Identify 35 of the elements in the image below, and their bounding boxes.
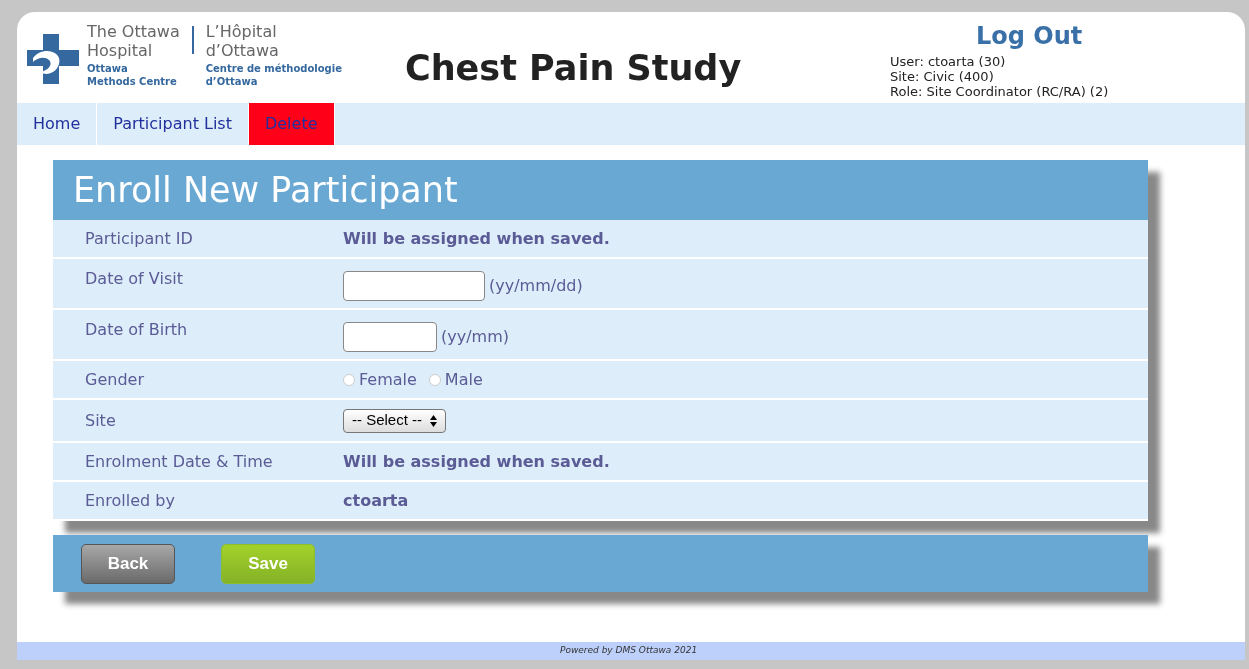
nav-link[interactable]: Home (17, 103, 98, 145)
footer-text: Powered by DMS Ottawa 2021 (560, 644, 698, 658)
user-info: Site: Civic (400) (890, 69, 995, 84)
logo-subtitle: Ottawa Methods Centre (87, 62, 178, 88)
hospital-logo-icon (27, 34, 79, 84)
app-title: Chest Pain Study (405, 47, 743, 90)
radio-button[interactable] (428, 373, 441, 386)
field-label: Date of Visit (84, 268, 184, 290)
site-select[interactable]: -- Select -- (343, 408, 446, 433)
field-label: Participant ID (84, 227, 194, 250)
date-input[interactable] (343, 271, 485, 301)
updown-arrows-icon (430, 414, 437, 427)
logout-link[interactable]: Log Out (976, 18, 1083, 54)
date-input[interactable] (343, 322, 437, 352)
nav-link[interactable]: Participant List (97, 103, 249, 145)
field-label: Enrolled by (84, 489, 176, 512)
form-title: Enroll New Participant (73, 168, 458, 212)
field-value: Will be assigned when saved. (343, 450, 610, 473)
logo-name: The Ottawa Hospital (87, 22, 180, 60)
form-button[interactable]: Back (81, 543, 175, 584)
user-info: User: ctoarta (30) (890, 54, 1007, 69)
field-label: Gender (84, 368, 145, 391)
logo-name: L’Hôpital d’Ottawa (205, 22, 280, 60)
radio-label: Female (359, 368, 417, 391)
field-label: Enrolment Date & Time (84, 450, 274, 473)
radio-label: Male (444, 368, 483, 391)
radio-button[interactable] (343, 373, 355, 386)
field-value: ctoarta (343, 489, 409, 512)
user-info: Role: Site Coordinator (RC/RA) (2) (890, 84, 1109, 99)
field-label: Date of Birth (84, 319, 189, 341)
format-hint: (yy/mm/dd) (489, 275, 583, 297)
logo-subtitle: Centre de méthodologie d’Ottawa (205, 62, 342, 88)
field-value: Will be assigned when saved. (343, 227, 610, 250)
field-label: Site (84, 409, 117, 432)
format-hint: (yy/mm) (441, 326, 509, 348)
